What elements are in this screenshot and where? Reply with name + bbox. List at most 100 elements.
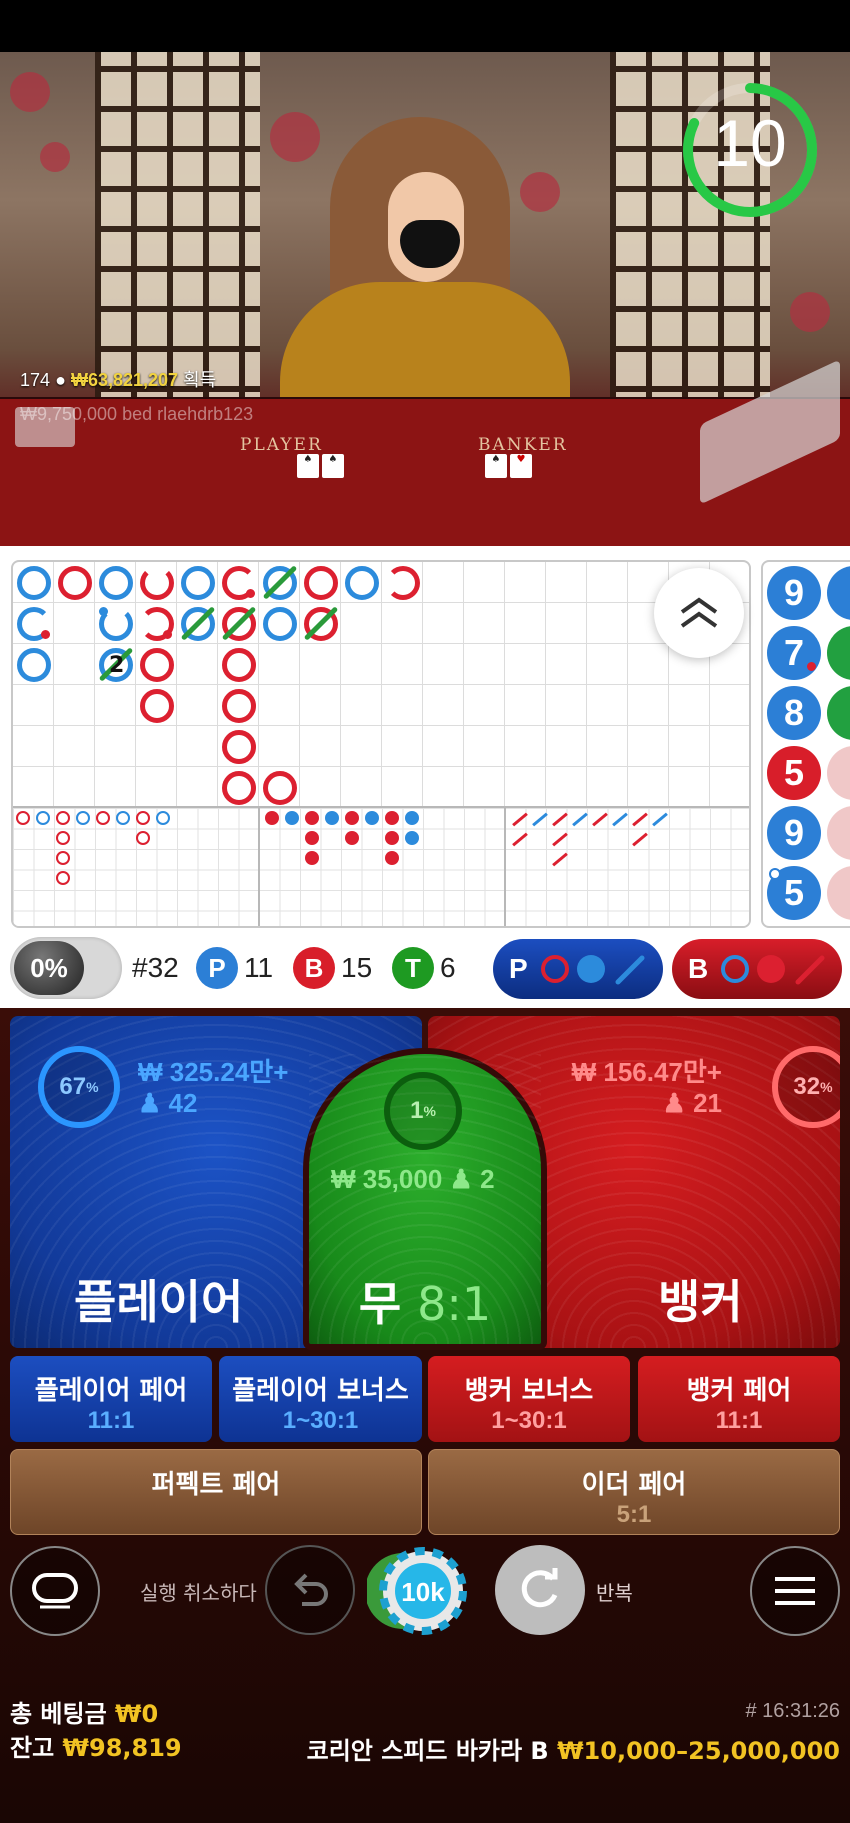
big-eye-mark: [56, 811, 70, 825]
cockroach-mark: [552, 832, 568, 847]
banker-bonus-odds: 1~30:1: [491, 1407, 567, 1434]
pair-dot: [807, 662, 816, 671]
banker-bettors-count: 21: [693, 1088, 722, 1118]
big-eye-mark: [136, 831, 150, 845]
road-banker-mark: [304, 566, 338, 600]
derived-roads: [13, 806, 749, 926]
perfect-pair-title: 퍼펙트 페어: [151, 1470, 281, 1500]
divider: [504, 808, 506, 926]
bet-banker-bonus[interactable]: 뱅커 보너스 1~30:1: [428, 1356, 630, 1442]
big-road[interactable]: 2: [11, 560, 751, 928]
big-eye-mark: [156, 811, 170, 825]
road-player-mark: [345, 566, 379, 600]
big-eye-mark: [116, 811, 130, 825]
undo-label: 실행 취소하다: [140, 1581, 257, 1605]
banker-badge: B: [293, 947, 335, 989]
blossom-decor: [520, 172, 560, 212]
player-bet-amount: ₩ 325.24만+: [138, 1057, 289, 1087]
banker-percent-ring: 32%: [772, 1046, 840, 1128]
tie-bettors-count: 2: [480, 1164, 495, 1194]
cockroach-mark: [512, 832, 528, 847]
cockroach-mark: [552, 852, 568, 867]
menu-button[interactable]: [750, 1546, 840, 1636]
repeat-button[interactable]: [495, 1545, 585, 1635]
banker-predict-button[interactable]: B: [672, 939, 842, 999]
collapse-roadmap-button[interactable]: [654, 568, 744, 658]
road-player-mark: [263, 607, 297, 641]
bet-spot-tie[interactable]: 1% ₩ 35,000 ♟ 2 무 8:1: [303, 1048, 547, 1350]
bead-peek: [827, 566, 850, 620]
balance-value: ₩98,819: [62, 1734, 182, 1762]
player-predict-button[interactable]: P: [493, 939, 663, 999]
card: ♥: [510, 454, 532, 478]
bead-plate[interactable]: 9 7 8 5 9 5: [761, 560, 850, 928]
bead-player: 7: [767, 626, 821, 680]
small-road-mark: [345, 811, 359, 825]
banker-predict-label: B: [688, 953, 709, 984]
table-banker-label: BANKER: [478, 435, 568, 455]
bet-player-bonus[interactable]: 플레이어 보너스 1~30:1: [219, 1356, 422, 1442]
bet-player-pair[interactable]: 플레이어 페어 11:1: [10, 1356, 212, 1442]
player-bettors: ♟ 42: [138, 1088, 197, 1119]
card: ♠: [322, 454, 344, 478]
small-road-mark: [365, 811, 379, 825]
banker-pair-title: 뱅커 페어: [686, 1376, 792, 1406]
either-pair-title: 이더 페어: [581, 1470, 687, 1500]
small-road-mark: [385, 831, 399, 845]
road-banker-mark: [222, 689, 256, 723]
road-banker-mark: [140, 648, 174, 682]
big-eye-mark: [76, 811, 90, 825]
percent-toggle-knob[interactable]: 0%: [14, 941, 84, 995]
banker-pair-odds: 11:1: [715, 1407, 763, 1434]
predict-icons: [721, 955, 825, 985]
status-bar: [0, 0, 850, 52]
pair-dot: [99, 607, 108, 616]
banker-bettors: ♟ 21: [663, 1088, 722, 1119]
player-title: 플레이어: [74, 1275, 244, 1329]
divider: [258, 808, 260, 926]
bet-either-pair[interactable]: 이더 페어 5:1: [428, 1449, 840, 1535]
repeat-label: 반복: [596, 1581, 633, 1605]
banker-wins-count: 15: [341, 952, 373, 983]
cockroach-mark: [592, 812, 608, 827]
total-bet-label: 총 베팅금: [10, 1700, 107, 1728]
tie-count-value: 6: [440, 952, 456, 983]
small-road-mark: [325, 811, 339, 825]
small-road-mark: [305, 831, 319, 845]
banker-wins-stat: B 15: [293, 946, 372, 990]
bead-peek: [827, 806, 850, 860]
tie-label: 무: [358, 1277, 402, 1331]
player-predict-label: P: [509, 953, 528, 984]
small-road-mark: [305, 851, 319, 865]
percent-sign: %: [423, 1103, 436, 1119]
tie-odds: 8:1: [417, 1277, 492, 1331]
total-win-suffix: 획득: [183, 370, 217, 390]
banker-bonus-title: 뱅커 보너스: [464, 1376, 594, 1406]
big-eye-mark: [36, 811, 50, 825]
cockroach-mark: [612, 812, 628, 827]
small-road-mark: [385, 811, 399, 825]
road-banker-mark: [222, 771, 256, 805]
tie-bet-amount: ₩ 35,000 ♟ 2: [331, 1164, 495, 1195]
chip-selector[interactable]: 10k: [367, 1544, 471, 1638]
percent-sign: %: [86, 1079, 99, 1095]
player-pair-title: 플레이어 페어: [34, 1376, 188, 1406]
player-badge: P: [196, 947, 238, 989]
pair-dot: [769, 868, 781, 880]
road-player-mark: [17, 566, 51, 600]
bet-banker-pair[interactable]: 뱅커 페어 11:1: [638, 1356, 840, 1442]
blossom-decor: [40, 142, 70, 172]
viewer-count: 174: [20, 370, 51, 390]
countdown-value: 10: [713, 106, 787, 180]
small-road-mark: [405, 811, 419, 825]
person-icon: ●: [55, 370, 66, 390]
table-player-label: PLAYER: [240, 435, 323, 455]
chat-button[interactable]: [10, 1546, 100, 1636]
game-time: # 16:31:26: [745, 1700, 840, 1722]
percent-sign: %: [820, 1079, 833, 1095]
road-banker-mark: [140, 566, 174, 600]
tie-percent-ring: 1%: [384, 1072, 462, 1150]
undo-button[interactable]: [265, 1545, 355, 1635]
bet-perfect-pair[interactable]: 퍼펙트 페어: [10, 1449, 422, 1535]
big-eye-mark: [56, 871, 70, 885]
